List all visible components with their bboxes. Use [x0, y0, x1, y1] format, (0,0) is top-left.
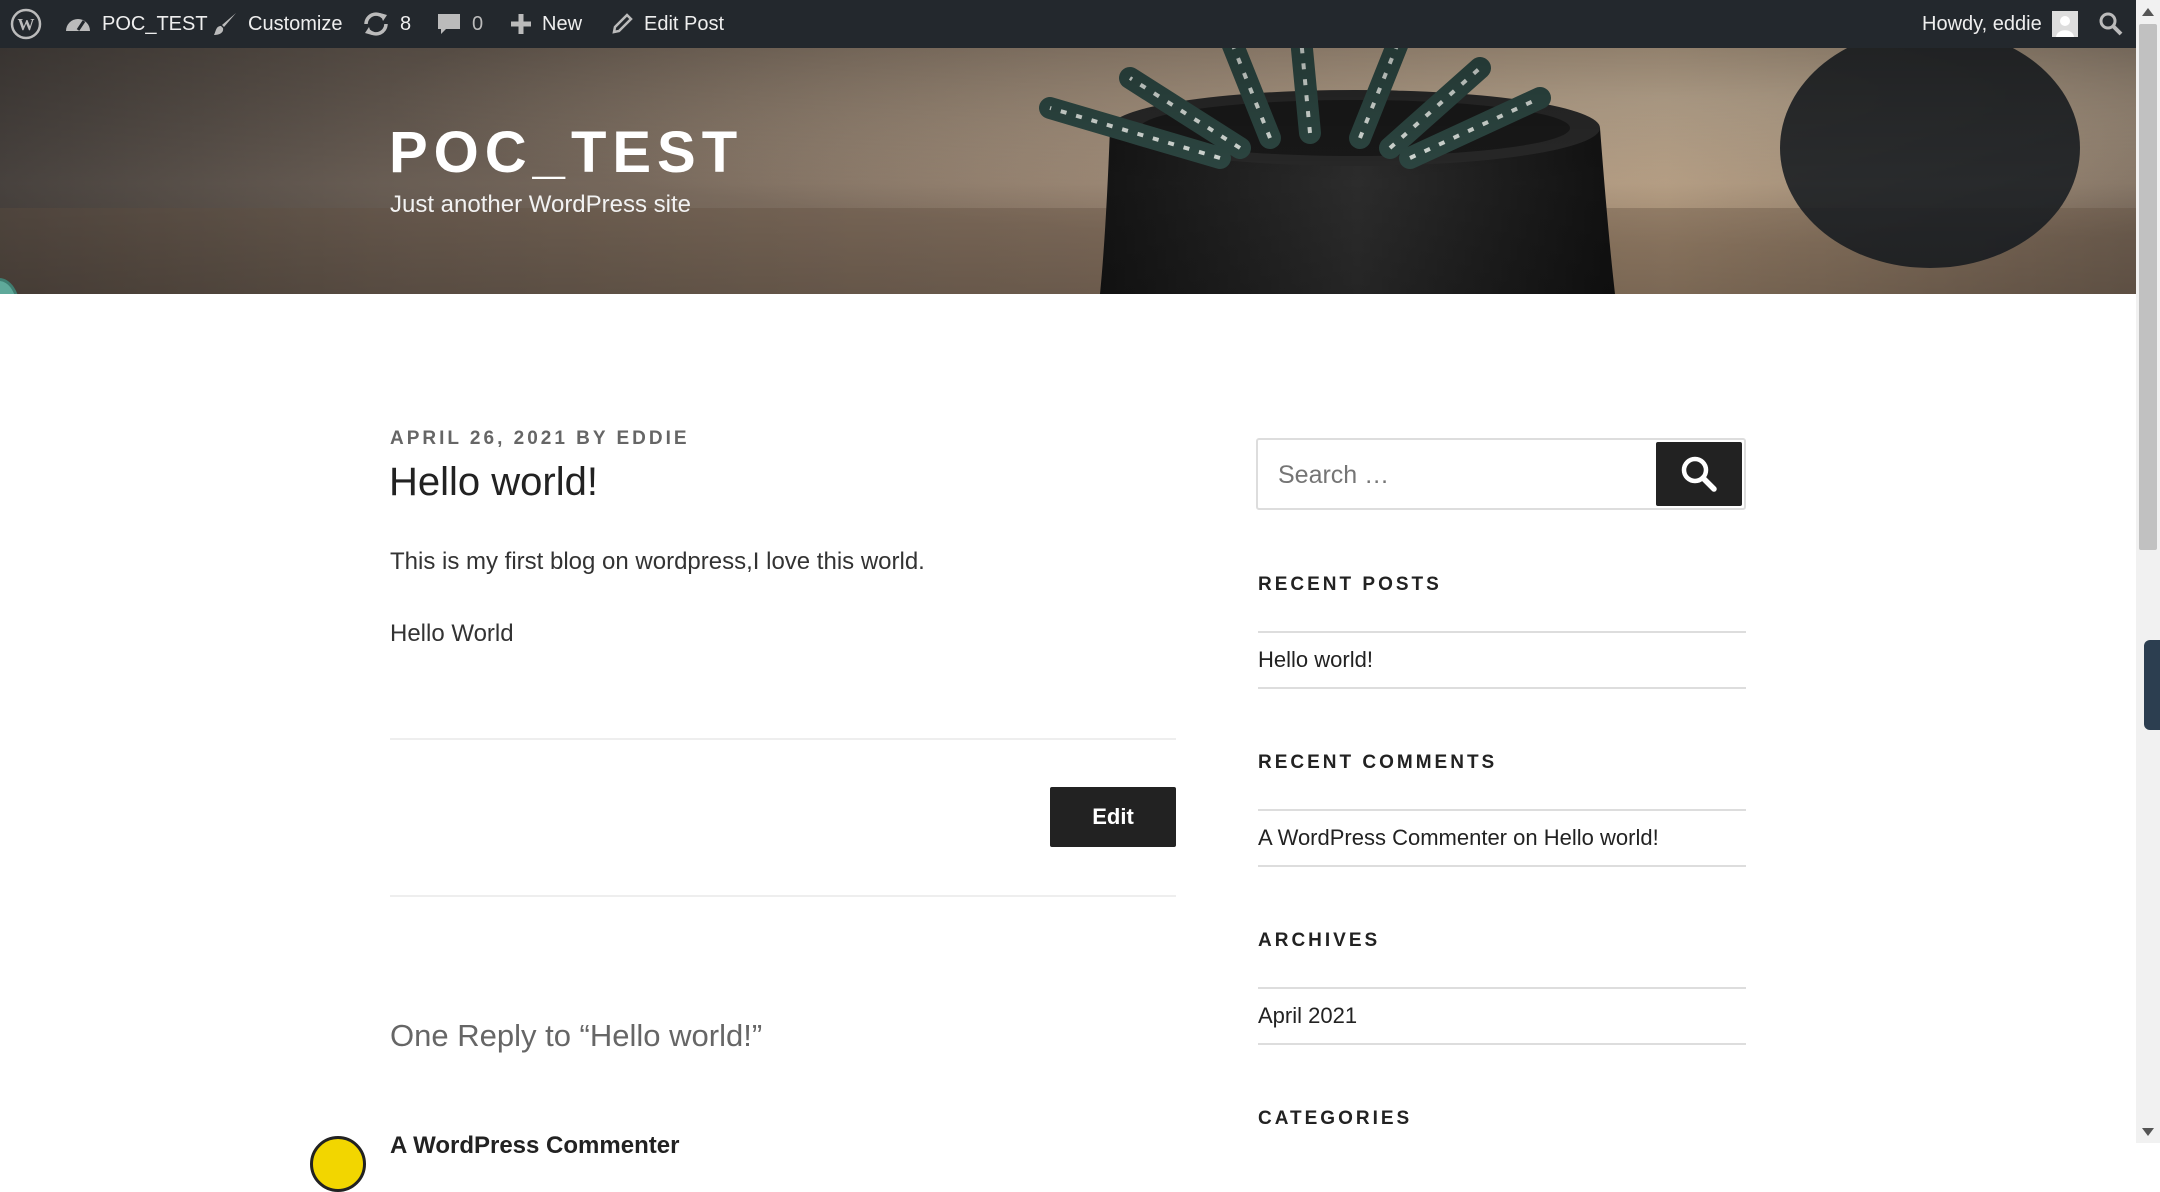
admin-search-icon[interactable]: [2098, 0, 2124, 48]
site-header: POC_TEST Just another WordPress site: [0, 48, 2136, 294]
admin-bar: W POC_TEST Customize 8 0 New Edit Post H…: [0, 0, 2160, 48]
divider: [1258, 987, 1746, 989]
recent-comment-item: A WordPress Commenter on Hello world!: [1258, 825, 1659, 851]
widget-title-archives: ARCHIVES: [1258, 930, 1381, 951]
edit-button[interactable]: Edit: [1050, 787, 1176, 847]
customize-label: Customize: [248, 12, 343, 35]
divider: [1258, 865, 1746, 867]
scroll-up-arrow-icon[interactable]: [2142, 8, 2154, 16]
site-name-label: POC_TEST: [102, 12, 208, 35]
widget-title-recent-comments: RECENT COMMENTS: [1258, 752, 1498, 773]
commenter-name[interactable]: A WordPress Commenter: [390, 1132, 679, 1160]
updates-link[interactable]: 8: [362, 0, 411, 48]
plus-icon: [511, 14, 531, 34]
post-title[interactable]: Hello world!: [389, 460, 598, 505]
search-button[interactable]: [1656, 442, 1742, 506]
howdy-greeting: Howdy, eddie: [1922, 12, 2042, 35]
search-icon: [1681, 456, 1717, 492]
divider: [390, 895, 1176, 897]
refresh-icon: [364, 12, 388, 36]
search-input[interactable]: [1276, 440, 1660, 510]
comments-title: One Reply to “Hello world!”: [390, 1018, 763, 1053]
divider: [1258, 1043, 1746, 1045]
new-content-menu[interactable]: New: [510, 0, 582, 48]
updates-count: 8: [400, 12, 412, 35]
svg-text:W: W: [18, 15, 35, 34]
my-account-menu[interactable]: Howdy, eddie: [1922, 0, 2078, 48]
paintbrush-icon: [214, 13, 236, 35]
widget-title-recent-posts: RECENT POSTS: [1258, 574, 1442, 595]
recent-post-link[interactable]: Hello world!: [1258, 647, 1373, 673]
post-paragraph: This is my first blog on wordpress,I lov…: [390, 548, 925, 575]
divider: [1258, 809, 1746, 811]
new-label: New: [542, 12, 583, 35]
divider: [1258, 631, 1746, 633]
recent-comment-author[interactable]: A WordPress Commenter: [1258, 825, 1507, 850]
recent-comment-post-link[interactable]: Hello world!: [1544, 825, 1659, 850]
header-overlay: [0, 48, 2136, 294]
post-meta[interactable]: APRIL 26, 2021 BY EDDIE: [390, 428, 690, 450]
comments-count: 0: [472, 12, 484, 35]
customize-link[interactable]: Customize: [212, 0, 342, 48]
scrollbar-thumb[interactable]: [2139, 24, 2157, 550]
wordpress-logo-icon[interactable]: W: [10, 0, 42, 48]
comment-bubble-icon: [438, 14, 460, 34]
scroll-down-arrow-icon[interactable]: [2142, 1128, 2154, 1136]
widget-title-categories: CATEGORIES: [1258, 1108, 1413, 1129]
site-name-menu[interactable]: POC_TEST: [64, 0, 208, 48]
divider: [1258, 687, 1746, 689]
dashboard-icon: [66, 19, 90, 31]
edit-post-link[interactable]: Edit Post: [610, 0, 724, 48]
site-description: Just another WordPress site: [390, 191, 692, 218]
archive-link[interactable]: April 2021: [1258, 1003, 1357, 1029]
site-title[interactable]: POC_TEST: [389, 119, 743, 186]
divider: [390, 738, 1176, 740]
pencil-icon: [612, 13, 633, 34]
avatar-icon: [2051, 11, 2078, 37]
commenter-avatar: [310, 1136, 366, 1192]
comments-link[interactable]: 0: [436, 0, 483, 48]
post-paragraph: Hello World: [390, 620, 514, 647]
floating-side-widget[interactable]: [2144, 640, 2160, 730]
recent-comment-on: on: [1513, 825, 1538, 850]
edit-post-label: Edit Post: [644, 12, 725, 35]
